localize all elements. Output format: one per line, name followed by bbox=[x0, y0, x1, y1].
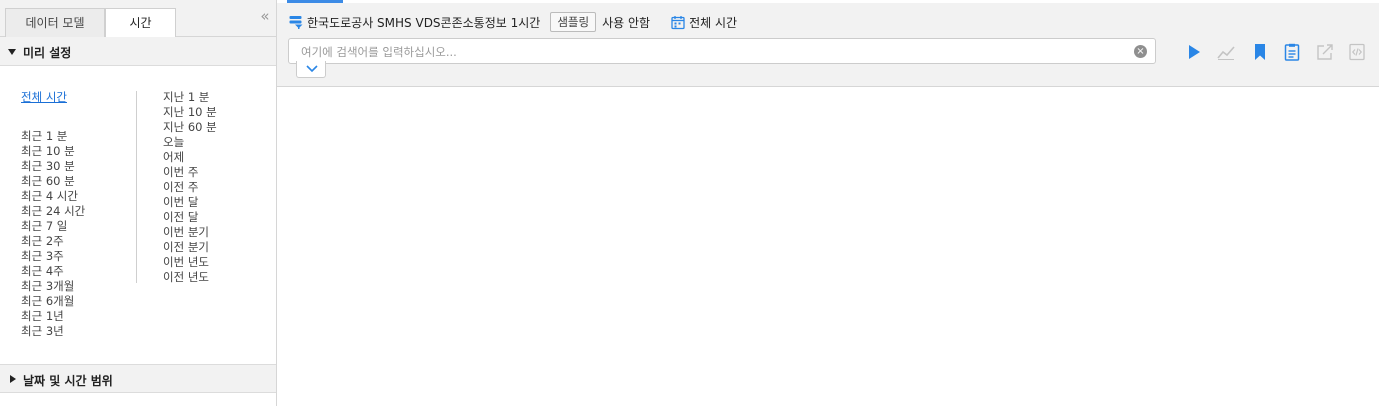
tab-time[interactable]: 시간 bbox=[105, 8, 176, 38]
preset-recent[interactable]: 최근 3년 bbox=[21, 324, 85, 339]
preset-relative[interactable]: 이번 년도 bbox=[163, 255, 217, 270]
sampling-button[interactable]: 샘플링 bbox=[550, 12, 597, 32]
preset-relative[interactable]: 어제 bbox=[163, 150, 217, 165]
preset-relative[interactable]: 지난 1 분 bbox=[163, 90, 217, 105]
double-chevron-left-icon[interactable]: « bbox=[257, 8, 273, 24]
preset-recent[interactable]: 최근 1 분 bbox=[21, 129, 85, 144]
export-icon[interactable] bbox=[1316, 43, 1334, 61]
presets-section-title: 미리 설정 bbox=[23, 46, 72, 60]
expand-search-button[interactable] bbox=[296, 61, 326, 78]
search-input[interactable] bbox=[301, 43, 1121, 60]
presets-section-header[interactable]: 미리 설정 bbox=[0, 37, 276, 66]
line-chart-icon[interactable] bbox=[1217, 43, 1235, 61]
preset-recent[interactable]: 최근 4주 bbox=[21, 264, 85, 279]
date-range-section-title: 날짜 및 시간 범위 bbox=[23, 374, 113, 388]
report-icon[interactable] bbox=[1283, 43, 1301, 61]
column-divider bbox=[136, 91, 137, 283]
caret-right-icon bbox=[10, 375, 16, 383]
preset-relative[interactable]: 지난 10 분 bbox=[163, 105, 217, 120]
preset-relative[interactable]: 이전 년도 bbox=[163, 270, 217, 285]
preset-recent[interactable]: 최근 10 분 bbox=[21, 144, 85, 159]
preset-recent[interactable]: 최근 1년 bbox=[21, 309, 85, 324]
recent-presets-list: 전체 시간 최근 1 분 최근 10 분 최근 30 분 최근 60 분 최근 … bbox=[21, 90, 85, 339]
preset-relative[interactable]: 이전 주 bbox=[163, 180, 217, 195]
preset-relative[interactable]: 이번 주 bbox=[163, 165, 217, 180]
datasource-icon[interactable] bbox=[289, 15, 303, 29]
preset-recent[interactable]: 최근 30 분 bbox=[21, 159, 85, 174]
preset-relative[interactable]: 지난 60 분 bbox=[163, 120, 217, 135]
calendar-icon[interactable] bbox=[671, 15, 686, 30]
preset-recent[interactable]: 최근 2주 bbox=[21, 234, 85, 249]
preset-recent[interactable]: 최근 24 시간 bbox=[21, 204, 85, 219]
left-panel: 데이터 모델 시간 « 미리 설정 전체 시간 최근 1 분 최근 10 분 최… bbox=[0, 0, 277, 406]
preset-recent[interactable]: 최근 3주 bbox=[21, 249, 85, 264]
caret-down-icon bbox=[8, 49, 16, 55]
preset-relative[interactable]: 이번 달 bbox=[163, 195, 217, 210]
play-icon[interactable] bbox=[1185, 43, 1203, 61]
tab-data-model[interactable]: 데이터 모델 bbox=[5, 8, 105, 37]
datasource-name[interactable]: 한국도로공사 SMHS VDS콘존소통정보 1시간 bbox=[307, 14, 540, 31]
preset-recent[interactable]: 최근 60 분 bbox=[21, 174, 85, 189]
preset-all-time[interactable]: 전체 시간 bbox=[21, 90, 85, 105]
query-meta-row: 한국도로공사 SMHS VDS콘존소통정보 1시간 샘플링 사용 안함 전체 시… bbox=[289, 12, 737, 32]
preset-relative[interactable]: 이전 달 bbox=[163, 210, 217, 225]
chevron-down-icon bbox=[306, 65, 318, 73]
preset-relative[interactable]: 이번 분기 bbox=[163, 225, 217, 240]
results-area bbox=[277, 88, 1379, 406]
preset-recent[interactable]: 최근 4 시간 bbox=[21, 189, 85, 204]
preset-recent[interactable]: 최근 3개월 bbox=[21, 279, 85, 294]
search-box: × bbox=[288, 38, 1156, 64]
code-icon[interactable] bbox=[1348, 43, 1366, 61]
clear-icon[interactable]: × bbox=[1134, 45, 1147, 58]
query-header: 한국도로공사 SMHS VDS콘존소통정보 1시간 샘플링 사용 안함 전체 시… bbox=[277, 3, 1379, 87]
date-range-section-header[interactable]: 날짜 및 시간 범위 bbox=[0, 364, 276, 393]
relative-presets-list: 지난 1 분 지난 10 분 지난 60 분 오늘 어제 이번 주 이전 주 이… bbox=[163, 90, 217, 285]
bookmark-icon[interactable] bbox=[1251, 43, 1269, 61]
time-range-label[interactable]: 전체 시간 bbox=[689, 14, 737, 31]
preset-relative[interactable]: 이전 분기 bbox=[163, 240, 217, 255]
preset-relative[interactable]: 오늘 bbox=[163, 135, 217, 150]
preset-recent[interactable]: 최근 7 일 bbox=[21, 219, 85, 234]
preset-recent[interactable]: 최근 6개월 bbox=[21, 294, 85, 309]
panel-tabs: 데이터 모델 시간 « bbox=[0, 0, 276, 38]
sampling-value[interactable]: 사용 안함 bbox=[602, 14, 650, 31]
